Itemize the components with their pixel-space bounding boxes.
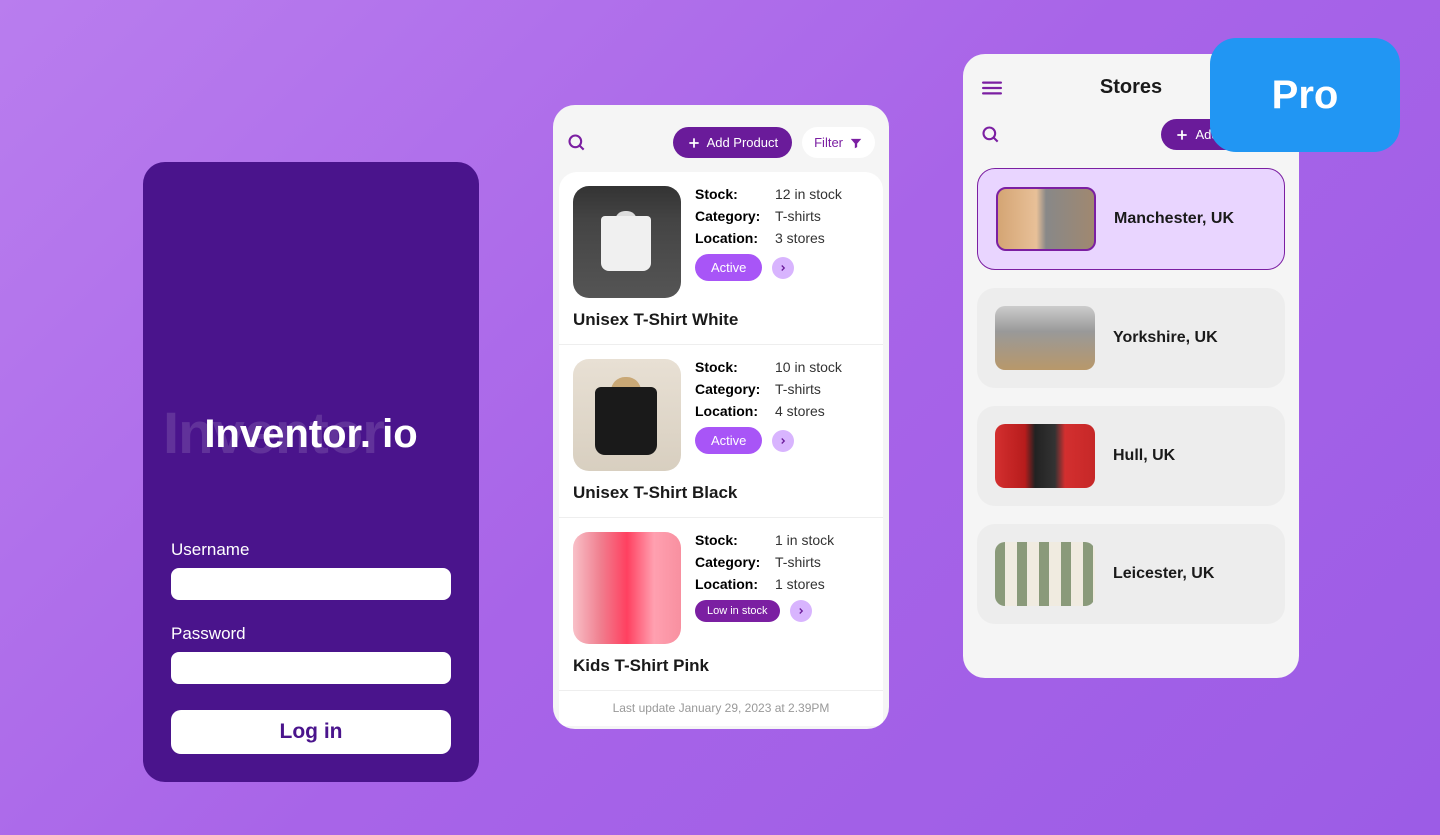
product-image bbox=[573, 186, 681, 298]
filter-button[interactable]: Filter bbox=[802, 127, 875, 158]
location-value: 4 stores bbox=[775, 403, 825, 419]
store-name: Leicester, UK bbox=[1113, 565, 1214, 583]
brand-title: Inventor. io bbox=[143, 412, 479, 457]
category-value: T-shirts bbox=[775, 208, 821, 224]
store-image bbox=[995, 542, 1095, 606]
product-list: Stock:12 in stock Category:T-shirts Loca… bbox=[559, 172, 883, 726]
filter-label: Filter bbox=[814, 135, 843, 150]
menu-icon[interactable] bbox=[981, 80, 1003, 96]
product-card: Stock:1 in stock Category:T-shirts Locat… bbox=[559, 518, 883, 691]
username-label: Username bbox=[171, 540, 451, 560]
product-card: Stock:10 in stock Category:T-shirts Loca… bbox=[559, 345, 883, 518]
filter-icon bbox=[849, 136, 863, 150]
store-card-hull[interactable]: Hull, UK bbox=[977, 406, 1285, 506]
search-icon[interactable] bbox=[567, 133, 587, 153]
store-name: Manchester, UK bbox=[1114, 210, 1234, 228]
plus-icon bbox=[687, 136, 701, 150]
login-screen: Inventor Inventor. io Username Password … bbox=[143, 162, 479, 782]
store-card-yorkshire[interactable]: Yorkshire, UK bbox=[977, 288, 1285, 388]
stores-list: Manchester, UK Yorkshire, UK Hull, UK Le… bbox=[963, 168, 1299, 624]
location-value: 1 stores bbox=[775, 576, 825, 592]
plus-icon bbox=[1175, 128, 1189, 142]
product-card: Stock:12 in stock Category:T-shirts Loca… bbox=[559, 172, 883, 345]
product-image bbox=[573, 359, 681, 471]
store-card-manchester[interactable]: Manchester, UK bbox=[977, 168, 1285, 270]
product-title: Unisex T-Shirt Black bbox=[573, 483, 869, 503]
store-image bbox=[996, 187, 1096, 251]
store-image bbox=[995, 306, 1095, 370]
chevron-right-icon bbox=[778, 263, 788, 273]
chevron-right-icon bbox=[778, 436, 788, 446]
password-input[interactable] bbox=[171, 652, 451, 684]
login-button[interactable]: Log in bbox=[171, 710, 451, 754]
store-name: Hull, UK bbox=[1113, 447, 1175, 465]
product-detail-button[interactable] bbox=[790, 600, 812, 622]
product-detail-button[interactable] bbox=[772, 430, 794, 452]
location-label: Location: bbox=[695, 230, 775, 246]
category-value: T-shirts bbox=[775, 554, 821, 570]
stock-value: 1 in stock bbox=[775, 532, 834, 548]
location-label: Location: bbox=[695, 576, 775, 592]
product-detail-button[interactable] bbox=[772, 257, 794, 279]
status-badge: Low in stock bbox=[695, 600, 780, 622]
product-title: Kids T-Shirt Pink bbox=[573, 656, 869, 676]
login-form: Username Password bbox=[171, 540, 451, 708]
store-image bbox=[995, 424, 1095, 488]
search-icon[interactable] bbox=[981, 125, 1001, 145]
stock-value: 12 in stock bbox=[775, 186, 842, 202]
last-update-text: Last update January 29, 2023 at 2.39PM bbox=[559, 691, 883, 725]
stock-label: Stock: bbox=[695, 186, 775, 202]
add-product-label: Add Product bbox=[707, 135, 779, 150]
product-meta: Stock:10 in stock Category:T-shirts Loca… bbox=[695, 359, 869, 471]
password-label: Password bbox=[171, 624, 451, 644]
username-input[interactable] bbox=[171, 568, 451, 600]
product-title: Unisex T-Shirt White bbox=[573, 310, 869, 330]
location-label: Location: bbox=[695, 403, 775, 419]
store-card-leicester[interactable]: Leicester, UK bbox=[977, 524, 1285, 624]
category-label: Category: bbox=[695, 554, 775, 570]
product-image bbox=[573, 532, 681, 644]
status-badge: Active bbox=[695, 427, 762, 454]
products-toolbar: Add Product Filter bbox=[553, 105, 889, 172]
add-product-button[interactable]: Add Product bbox=[673, 127, 793, 158]
store-name: Yorkshire, UK bbox=[1113, 329, 1218, 347]
product-meta: Stock:12 in stock Category:T-shirts Loca… bbox=[695, 186, 869, 298]
category-label: Category: bbox=[695, 208, 775, 224]
category-value: T-shirts bbox=[775, 381, 821, 397]
status-badge: Active bbox=[695, 254, 762, 281]
chevron-right-icon bbox=[796, 606, 806, 616]
products-screen: Add Product Filter Stock:12 in stock Cat… bbox=[553, 105, 889, 729]
stock-label: Stock: bbox=[695, 359, 775, 375]
product-meta: Stock:1 in stock Category:T-shirts Locat… bbox=[695, 532, 869, 644]
pro-badge: Pro bbox=[1210, 38, 1400, 152]
location-value: 3 stores bbox=[775, 230, 825, 246]
stock-value: 10 in stock bbox=[775, 359, 842, 375]
category-label: Category: bbox=[695, 381, 775, 397]
stock-label: Stock: bbox=[695, 532, 775, 548]
